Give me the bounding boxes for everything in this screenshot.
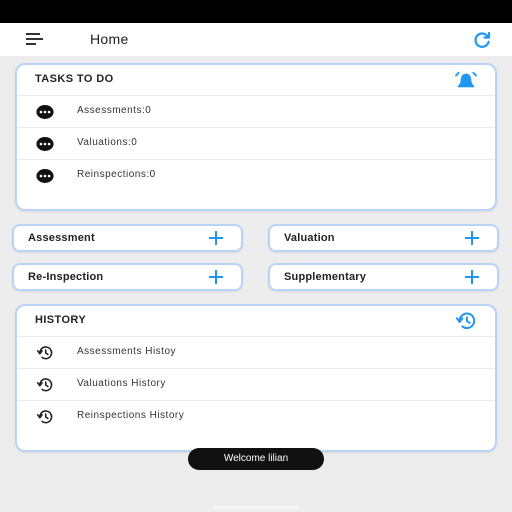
welcome-toast: Welcome lilian <box>188 448 324 470</box>
more-horizontal-icon <box>36 137 54 151</box>
task-assessments-count: Assessments:0 <box>77 105 152 116</box>
history-icon <box>36 346 53 360</box>
history-card: HISTORY Assessments Histoy Valuations Hi… <box>15 304 497 452</box>
task-reinspections-count: Reinspections:0 <box>77 169 156 180</box>
history-title: HISTORY <box>35 314 87 326</box>
assessment-button[interactable]: Assessment <box>12 224 243 252</box>
home-indicator[interactable] <box>213 506 299 509</box>
assessment-button-label: Assessment <box>28 232 95 244</box>
plus-icon <box>209 231 223 245</box>
menu-icon[interactable] <box>26 32 44 46</box>
app-bar: Home <box>0 23 512 56</box>
reinspections-history-link: Reinspections History <box>77 410 185 421</box>
plus-icon <box>465 231 479 245</box>
more-horizontal-icon <box>36 105 54 119</box>
list-item[interactable]: Assessments Histoy <box>17 336 495 368</box>
status-bar <box>0 0 512 23</box>
more-horizontal-icon <box>36 169 54 183</box>
task-valuations-count: Valuations:0 <box>77 137 138 148</box>
list-item[interactable]: Valuations:0 <box>17 127 495 159</box>
list-item[interactable]: Reinspections History <box>17 400 495 432</box>
list-item[interactable]: Reinspections:0 <box>17 159 495 191</box>
history-icon <box>36 410 53 424</box>
assessments-history-link: Assessments Histoy <box>77 346 177 357</box>
alarm-icon[interactable] <box>455 70 477 90</box>
valuation-button-label: Valuation <box>284 232 335 244</box>
list-item[interactable]: Assessments:0 <box>17 95 495 127</box>
supplementary-button[interactable]: Supplementary <box>268 263 499 291</box>
tasks-title: TASKS TO DO <box>35 73 114 85</box>
reinspection-button[interactable]: Re-Inspection <box>12 263 243 291</box>
history-icon[interactable] <box>455 311 477 331</box>
refresh-icon[interactable] <box>472 30 492 50</box>
page-title: Home <box>90 31 129 47</box>
history-icon <box>36 378 53 392</box>
reinspection-button-label: Re-Inspection <box>28 271 104 283</box>
list-item[interactable]: Valuations History <box>17 368 495 400</box>
valuations-history-link: Valuations History <box>77 378 166 389</box>
plus-icon <box>465 270 479 284</box>
plus-icon <box>209 270 223 284</box>
tasks-card: TASKS TO DO Assessments:0 Valuations:0 R… <box>15 63 497 211</box>
supplementary-button-label: Supplementary <box>284 271 367 283</box>
valuation-button[interactable]: Valuation <box>268 224 499 252</box>
